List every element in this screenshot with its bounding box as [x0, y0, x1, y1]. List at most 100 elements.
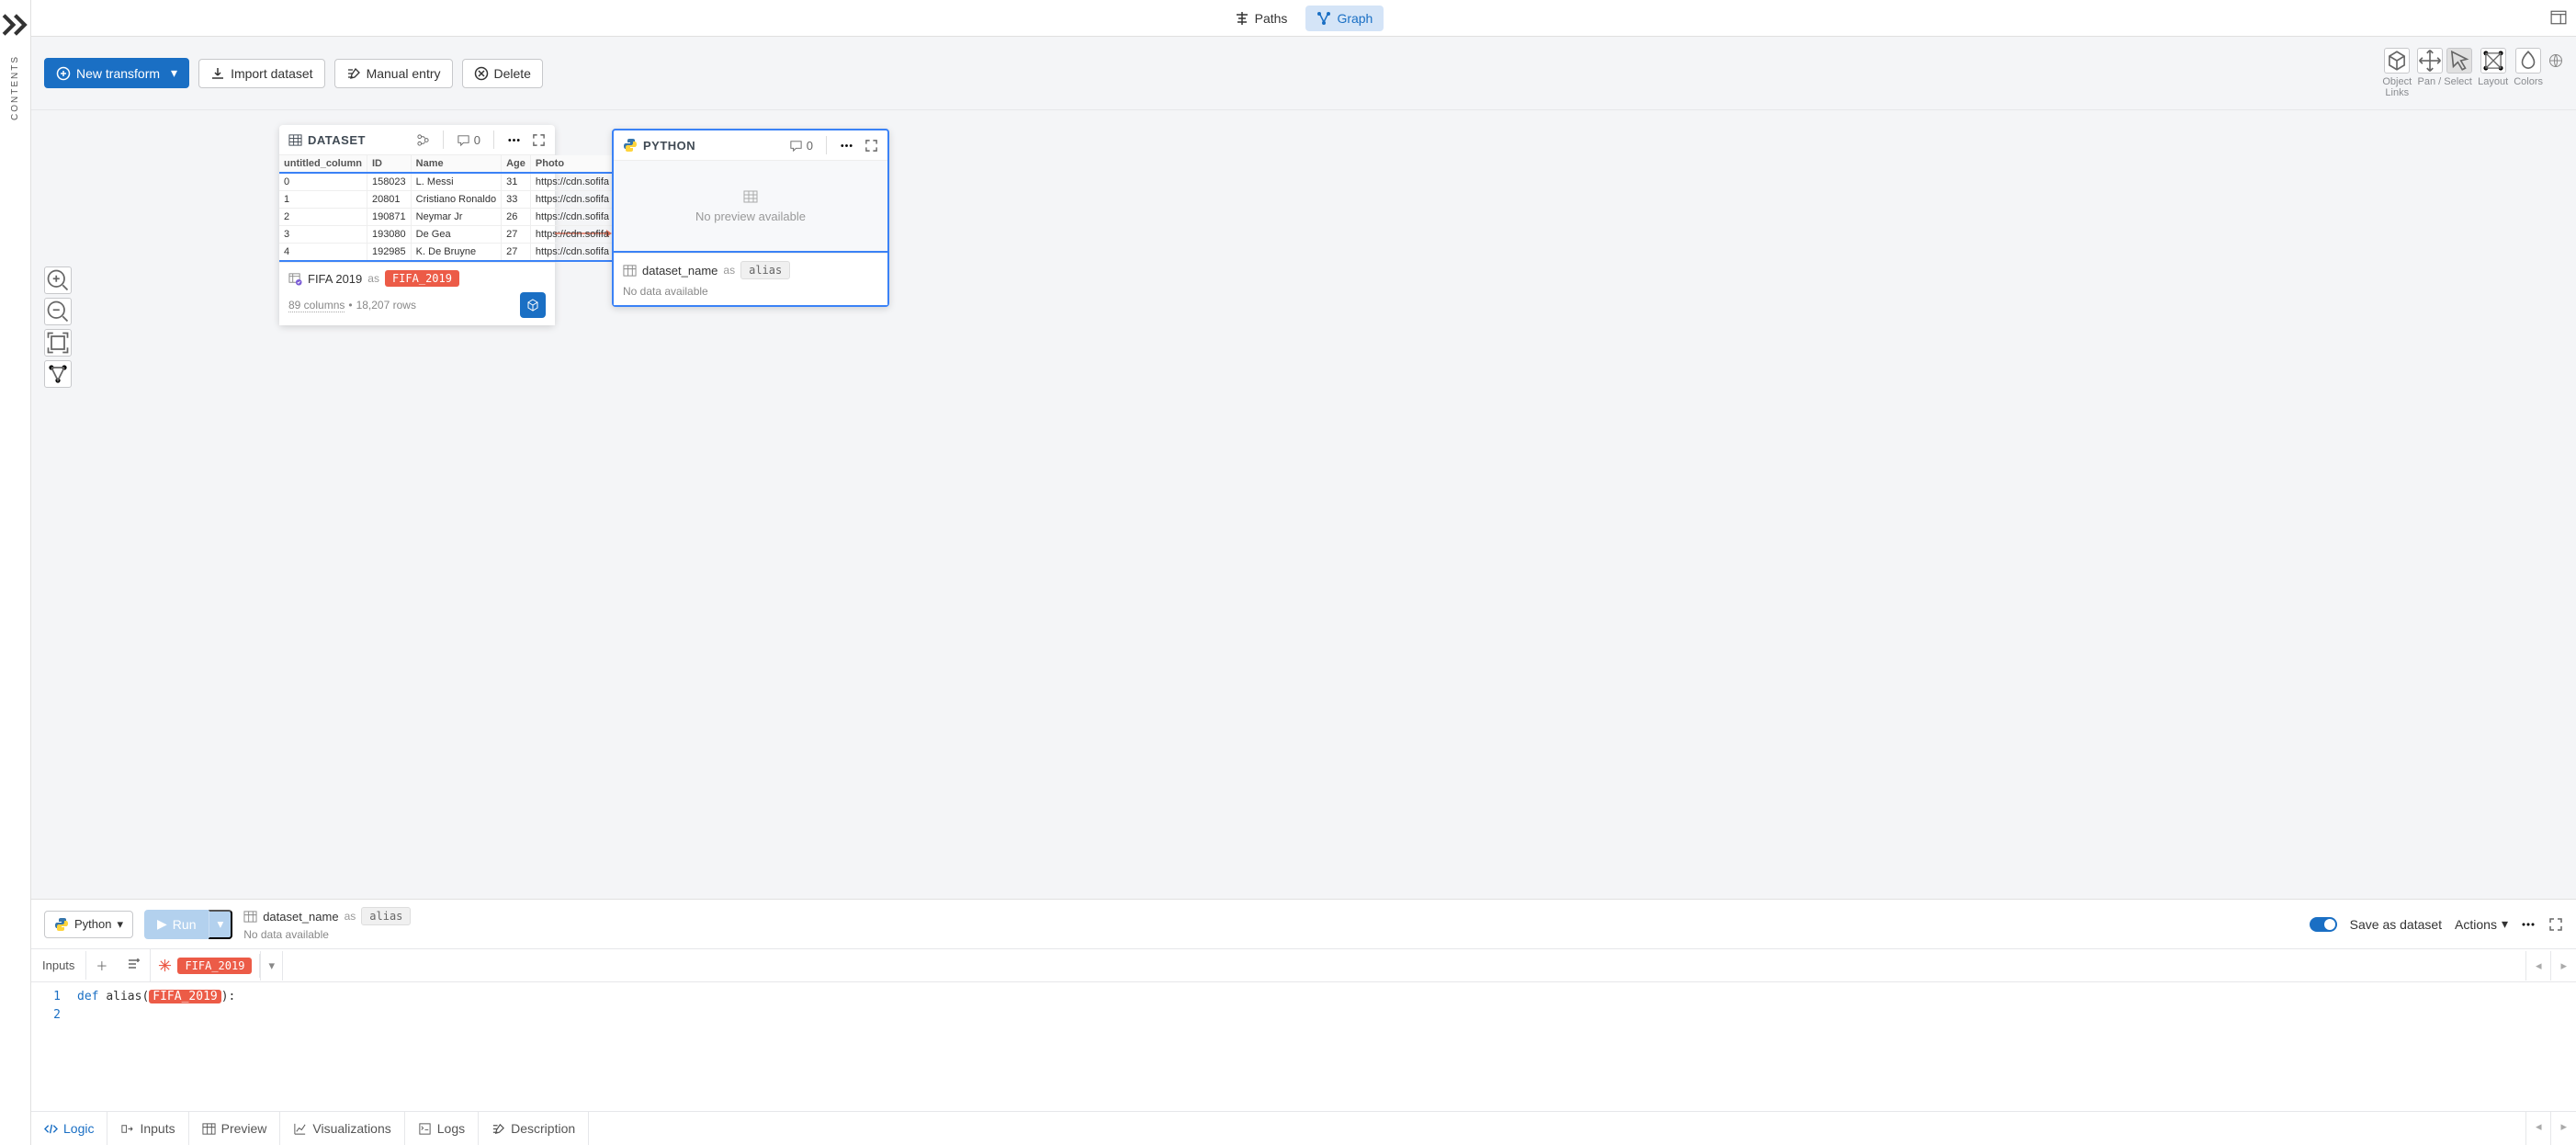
tool-label: Pan / Select [2418, 76, 2472, 87]
more-icon[interactable] [2521, 917, 2536, 932]
object-links-button[interactable] [2384, 48, 2410, 74]
table-icon [743, 189, 758, 204]
cell: 3 [279, 226, 367, 244]
cell: 27 [502, 244, 531, 262]
button-label: New transform [76, 66, 160, 81]
table-row: 3193080De Gea27https://cdn.sofifa [279, 226, 615, 244]
add-input-button[interactable]: ＋ [86, 949, 117, 981]
graph-canvas[interactable]: DATASET 0 untitled_ [31, 110, 2576, 899]
tab-logs[interactable]: Logs [405, 1112, 479, 1145]
more-icon[interactable] [840, 139, 853, 153]
tab-label: Paths [1255, 11, 1288, 26]
paths-icon [1235, 11, 1249, 26]
zoom-in-button[interactable] [44, 266, 72, 294]
sidebar-label: CONTENTS [10, 55, 20, 120]
column-header: Age [502, 155, 531, 173]
node-title-text: DATASET [308, 133, 366, 147]
tab-paths[interactable]: Paths [1224, 6, 1299, 31]
python-node[interactable]: PYTHON 0 No preview available [612, 129, 889, 307]
output-name: dataset_name [642, 264, 717, 278]
next-button[interactable]: ▸ [2550, 951, 2576, 981]
python-icon [623, 138, 638, 153]
inputs-label: Inputs [31, 951, 86, 980]
cube-button[interactable] [520, 292, 546, 318]
language-selector[interactable]: Python ▾ [44, 911, 133, 938]
alias-chip: FIFA_2019 [385, 270, 459, 287]
gutter: 12 [31, 982, 68, 1111]
actions-label: Actions [2455, 917, 2497, 932]
toolbar: New transform ▾ Import dataset Manual en… [31, 37, 2576, 110]
cell: De Gea [411, 226, 501, 244]
tab-inputs[interactable]: Inputs [107, 1112, 188, 1145]
more-icon[interactable] [507, 133, 521, 147]
tab-label: Graph [1337, 11, 1373, 26]
manual-entry-button[interactable]: Manual entry [334, 59, 453, 88]
tool-label: Object Links [2382, 76, 2412, 98]
fit-button[interactable] [44, 329, 72, 357]
alias-chip: alias [361, 907, 411, 925]
actions-dropdown[interactable]: Actions ▾ [2455, 916, 2508, 932]
prev-button[interactable]: ◂ [2525, 951, 2551, 981]
expand-icon[interactable] [864, 139, 878, 153]
expand-sidebar-icon[interactable] [0, 7, 30, 42]
tab-graph[interactable]: Graph [1305, 6, 1384, 31]
comments-button[interactable]: 0 [457, 133, 480, 147]
dataset-node[interactable]: DATASET 0 untitled_ [279, 125, 555, 325]
dataset-preview-table: untitled_columnIDNameAgePhoto 0158023L. … [279, 155, 615, 262]
bottom-tabs: Logic Inputs Preview Visualizations Logs [31, 1111, 2576, 1145]
add-input-list-button[interactable] [117, 949, 150, 979]
top-tabs: Paths Graph [31, 0, 2576, 37]
expand-icon[interactable] [2548, 917, 2563, 932]
select-button[interactable] [2446, 48, 2472, 74]
zoom-out-button[interactable] [44, 298, 72, 325]
edit-icon [346, 66, 361, 81]
tab-label: Logic [63, 1121, 94, 1136]
dataset-meta: 89 columns•18,207 rows [288, 299, 416, 312]
expand-icon[interactable] [532, 133, 546, 147]
run-button[interactable]: ▶ Run [144, 910, 209, 939]
prev-tab-button[interactable]: ◂ [2525, 1112, 2551, 1145]
code-editor[interactable]: 12 def alias(FIFA_2019): [31, 982, 2576, 1111]
cell: 27 [502, 226, 531, 244]
tool-label: Layout [2478, 76, 2508, 87]
run-label: Run [173, 917, 197, 932]
input-chip[interactable]: FIFA_2019 [177, 958, 252, 974]
cell: 0 [279, 173, 367, 191]
window-icon[interactable] [2550, 9, 2567, 26]
tab-logic[interactable]: Logic [31, 1112, 107, 1145]
chevron-down-icon: ▾ [2502, 916, 2508, 932]
table-row: 120801Cristiano Ronaldo33https://cdn.sof… [279, 191, 615, 209]
tab-description[interactable]: Description [479, 1112, 589, 1145]
globe-icon[interactable] [2548, 53, 2563, 68]
download-icon [210, 66, 225, 81]
table-icon [202, 1122, 216, 1136]
new-transform-button[interactable]: New transform ▾ [44, 58, 189, 88]
no-data-text: No data available [623, 285, 878, 298]
next-tab-button[interactable]: ▸ [2550, 1112, 2576, 1145]
tab-visualizations[interactable]: Visualizations [280, 1112, 404, 1145]
chart-icon [293, 1122, 307, 1136]
cell: https://cdn.sofifa [530, 244, 614, 262]
branch-icon[interactable] [416, 133, 430, 147]
cell: https://cdn.sofifa [530, 226, 614, 244]
comments-button[interactable]: 0 [789, 139, 813, 153]
delete-icon [474, 66, 489, 81]
cell: 33 [502, 191, 531, 209]
table-icon [243, 910, 257, 924]
colors-button[interactable] [2515, 48, 2541, 74]
node-header: PYTHON 0 [614, 130, 887, 161]
cell: 190871 [367, 209, 411, 226]
layout-button[interactable] [2480, 48, 2506, 74]
run-dropdown-button[interactable]: ▾ [209, 910, 232, 939]
network-button[interactable] [44, 360, 72, 388]
tab-preview[interactable]: Preview [189, 1112, 281, 1145]
input-dropdown-button[interactable]: ▾ [260, 951, 283, 981]
save-toggle[interactable] [2310, 917, 2337, 932]
tab-label: Logs [437, 1121, 465, 1136]
pan-button[interactable] [2417, 48, 2443, 74]
tab-label: Preview [221, 1121, 267, 1136]
language-label: Python [74, 917, 111, 931]
import-dataset-button[interactable]: Import dataset [198, 59, 325, 88]
delete-button[interactable]: Delete [462, 59, 543, 88]
cell: Neymar Jr [411, 209, 501, 226]
